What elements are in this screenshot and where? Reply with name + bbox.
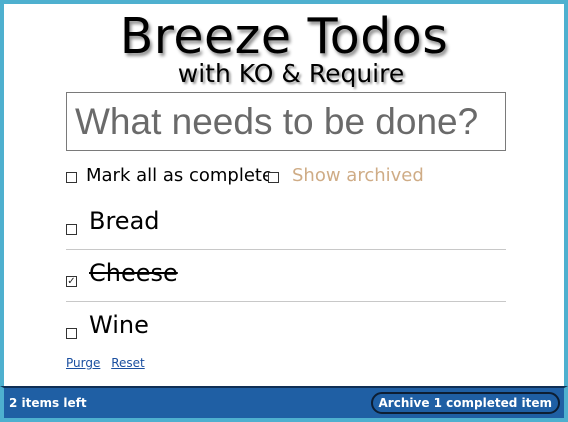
todo-text[interactable]: Wine xyxy=(89,310,149,340)
mark-all-label[interactable]: Mark all as complete xyxy=(86,164,273,188)
show-archived-label[interactable]: Show archived xyxy=(292,164,424,188)
todo-text[interactable]: Bread xyxy=(89,206,160,236)
page-subtitle: with KO & Require xyxy=(177,59,405,88)
todo-item: Bread xyxy=(66,197,506,250)
todo-checkbox-checked[interactable]: ✓ xyxy=(66,276,77,287)
todo-checkbox[interactable] xyxy=(66,224,77,235)
archive-completed-button[interactable]: Archive 1 completed item xyxy=(370,392,560,414)
show-archived-checkbox[interactable] xyxy=(268,172,279,183)
reset-link[interactable]: Reset xyxy=(111,356,145,370)
new-todo-input[interactable] xyxy=(66,92,506,151)
todo-item: Wine xyxy=(66,301,506,353)
todo-checkbox[interactable] xyxy=(66,328,77,339)
footer-bar: 2 items left Archive 1 completed item xyxy=(0,386,568,422)
items-left-count: 2 items left xyxy=(9,396,87,410)
app-frame: Breeze Todos with KO & Require Mark all … xyxy=(0,0,568,422)
todo-item: ✓ Cheese xyxy=(66,249,506,302)
purge-link[interactable]: Purge xyxy=(66,356,100,370)
todo-text[interactable]: Cheese xyxy=(89,258,178,288)
mark-all-checkbox[interactable] xyxy=(66,172,77,183)
action-links: Purge Reset xyxy=(66,355,152,371)
